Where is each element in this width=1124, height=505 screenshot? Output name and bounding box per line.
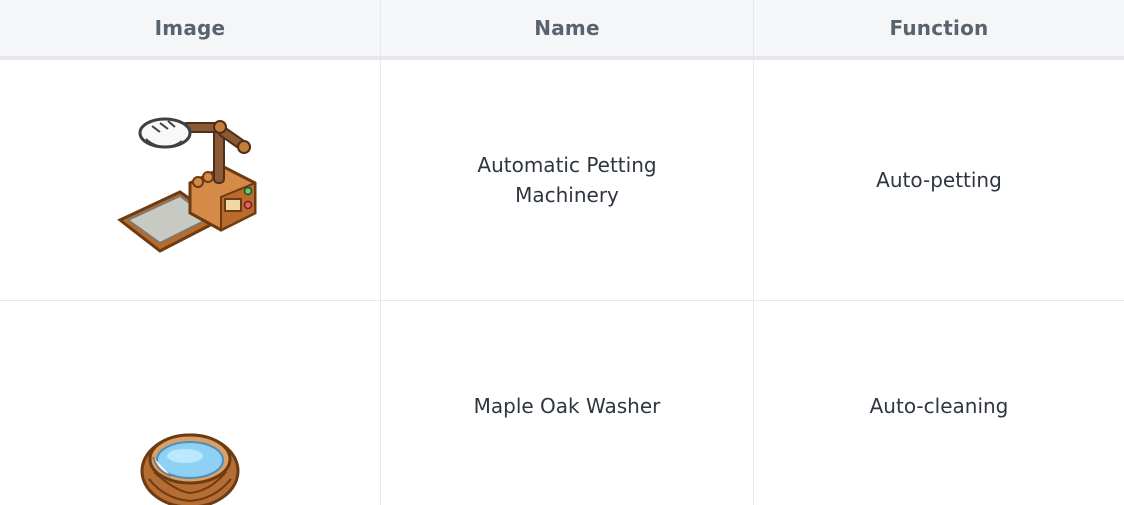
column-header-image: Image xyxy=(0,0,381,56)
item-function: Auto-cleaning xyxy=(869,394,1009,418)
name-cell: Maple Oak Washer xyxy=(381,301,754,505)
table-row: Maple Oak Washer Auto-cleaning xyxy=(0,301,1124,505)
maple-oak-washer-icon xyxy=(140,433,240,505)
items-table: Image Name Function Automatic Petting Ma… xyxy=(0,0,1124,505)
column-header-name: Name xyxy=(381,0,754,56)
column-header-function: Function xyxy=(889,16,989,40)
image-cell xyxy=(0,60,381,300)
function-cell: Auto-cleaning xyxy=(754,301,1124,505)
automatic-petting-machinery-icon xyxy=(117,117,257,253)
item-function: Auto-petting xyxy=(876,168,1002,192)
image-cell xyxy=(0,301,381,505)
table-row: Automatic Petting Machinery Auto-petting xyxy=(0,60,1124,301)
function-cell: Auto-petting xyxy=(754,60,1124,300)
name-cell: Automatic Petting Machinery xyxy=(381,60,754,300)
item-name: Maple Oak Washer xyxy=(473,394,661,418)
item-name: Automatic Petting Machinery xyxy=(477,153,657,207)
table-header: Image Name Function xyxy=(0,0,1124,60)
